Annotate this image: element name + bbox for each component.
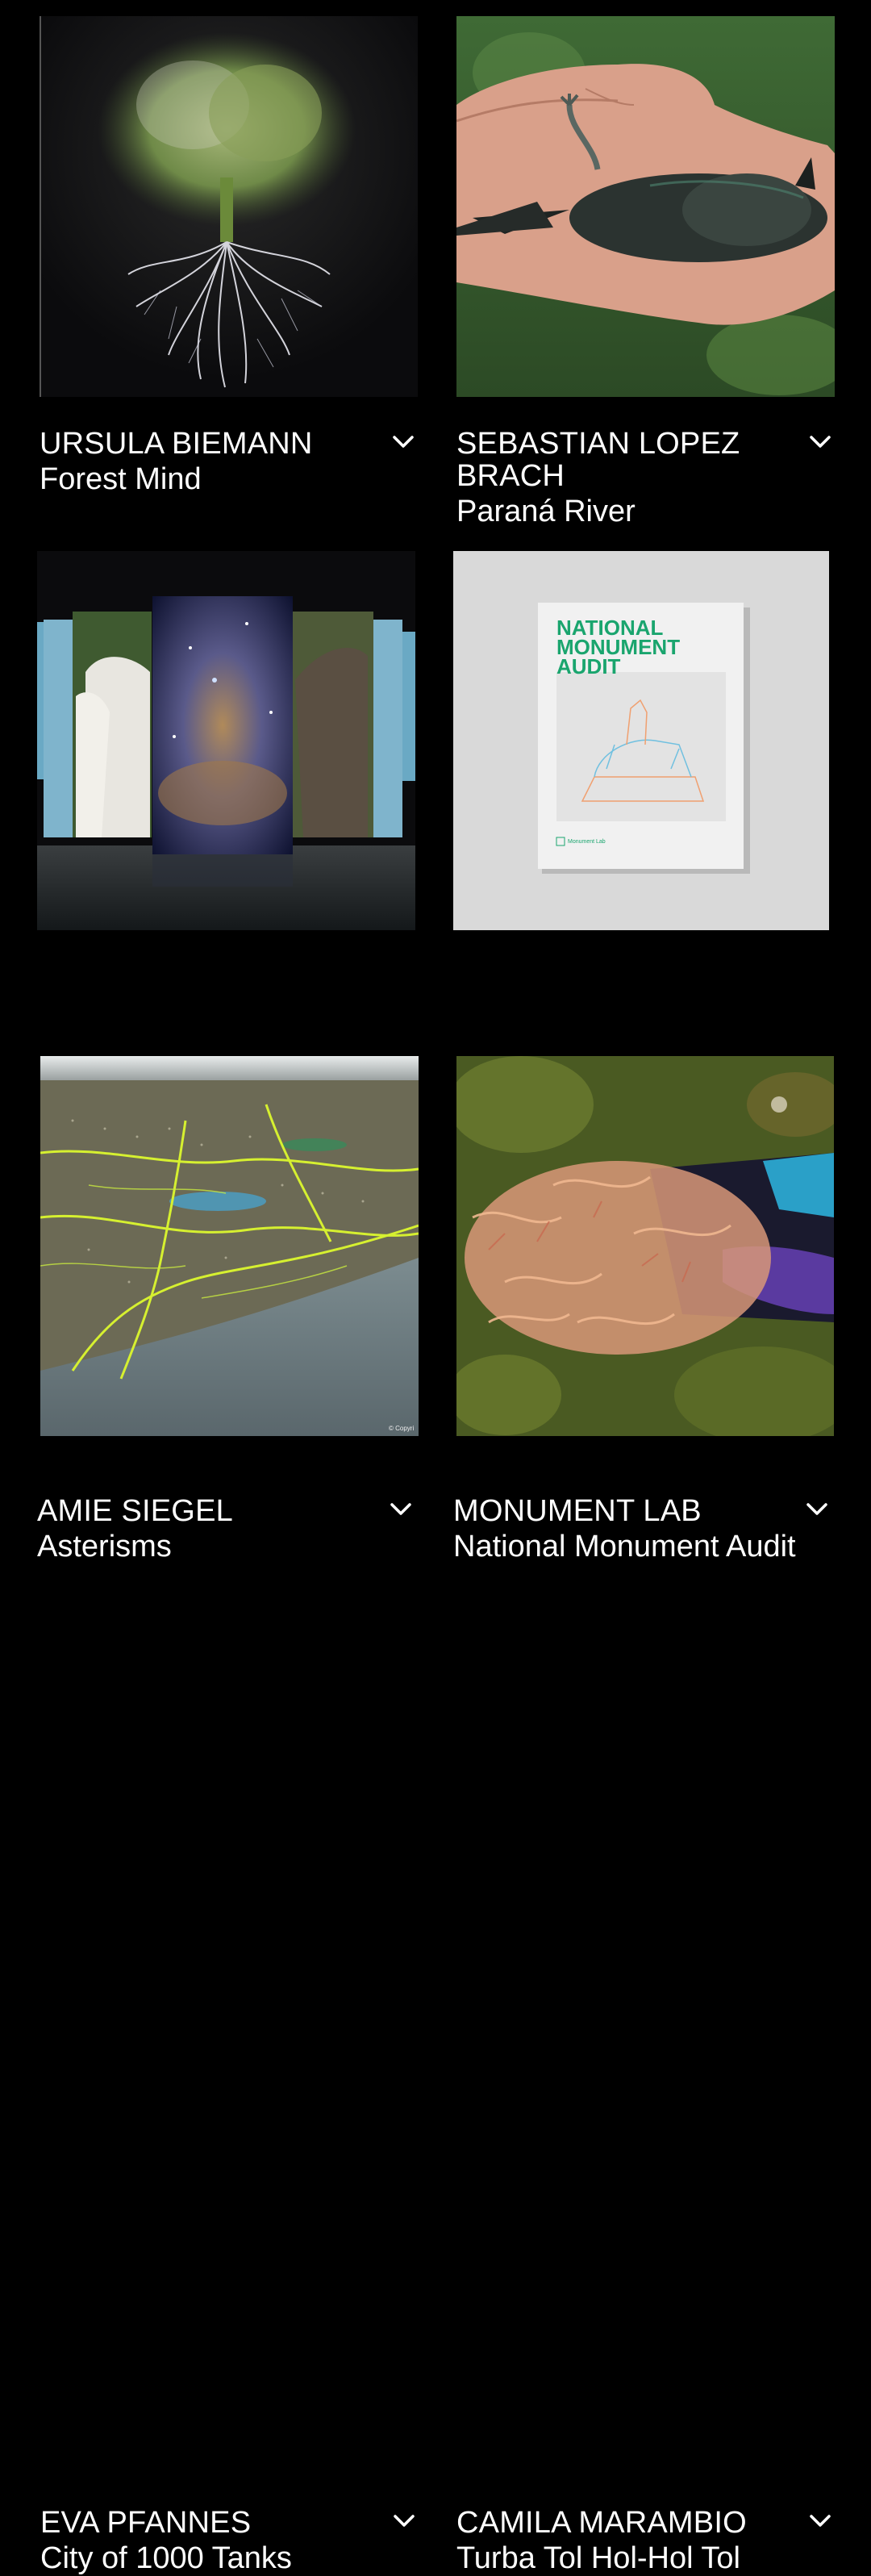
- artist-name: EVA PFANNES: [40, 2506, 252, 2540]
- artwork-caption: AMIE SIEGEL Asterisms: [37, 1495, 415, 1564]
- work-title: City of 1000 Tanks: [40, 2541, 292, 2575]
- tree-with-roots-image[interactable]: [40, 16, 418, 397]
- work-title: Turba Tol Hol-Hol Tol: [456, 2541, 741, 2575]
- chevron-down-icon[interactable]: [806, 428, 835, 457]
- work-title: National Monument Audit: [453, 1530, 796, 1564]
- chevron-down-icon[interactable]: [802, 1495, 831, 1524]
- artist-name: SEBASTIAN LOPEZ BRACH: [456, 427, 740, 493]
- artist-name: MONUMENT LAB: [453, 1494, 702, 1528]
- installation-screens-image[interactable]: [37, 551, 415, 930]
- work-title: Paraná River: [456, 495, 636, 528]
- artwork-caption: CAMILA MARAMBIO Turba Tol Hol-Hol Tol: [456, 2507, 835, 2576]
- peat-moss-image[interactable]: [456, 1056, 834, 1436]
- chevron-down-icon[interactable]: [389, 428, 418, 457]
- chevron-down-icon[interactable]: [390, 2507, 419, 2536]
- artist-name: AMIE SIEGEL: [37, 1494, 233, 1528]
- artwork-caption: EVA PFANNES City of 1000 Tanks: [40, 2507, 419, 2576]
- work-title: Asterisms: [37, 1530, 172, 1564]
- artwork-caption: SEBASTIAN LOPEZ BRACH Paraná River: [456, 428, 835, 529]
- artist-name: CAMILA MARAMBIO: [456, 2506, 747, 2540]
- work-title: Forest Mind: [40, 462, 202, 496]
- bird-in-hand-image[interactable]: [456, 16, 835, 397]
- cover-publisher: Monument Lab: [568, 839, 606, 845]
- artwork-caption: MONUMENT LAB National Monument Audit: [453, 1495, 831, 1564]
- artwork-caption: URSULA BIEMANN Forest Mind: [40, 428, 418, 497]
- artist-name: URSULA BIEMANN: [40, 427, 313, 461]
- cover-title-line-3: AUDIT: [556, 654, 621, 678]
- image-credit: © Copyri: [389, 1425, 414, 1432]
- aerial-map-image[interactable]: © Copyri: [40, 1056, 419, 1436]
- chevron-down-icon[interactable]: [386, 1495, 415, 1524]
- chevron-down-icon[interactable]: [806, 2507, 835, 2536]
- report-cover-image[interactable]: NATIONAL MONUMENT AUDIT Monument Lab: [453, 551, 829, 930]
